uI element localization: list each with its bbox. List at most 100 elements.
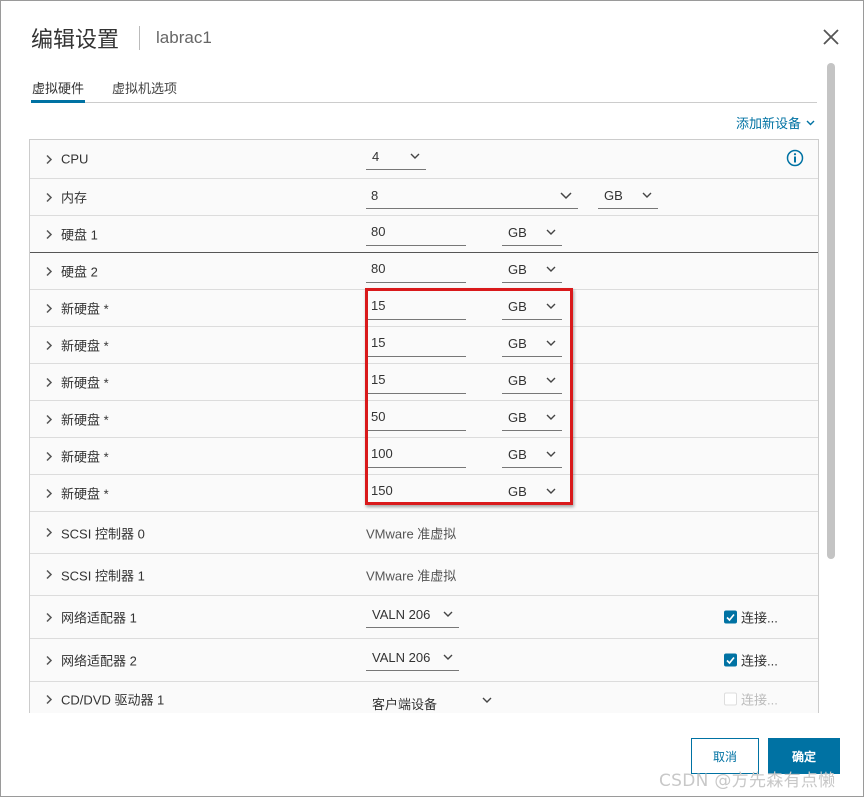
- new-disk-size-input[interactable]: 15: [366, 335, 466, 357]
- row-disk1-label: 硬盘 1: [61, 227, 98, 243]
- chevron-right-icon: [46, 655, 53, 665]
- row-new-disk-label: 新硬盘 *: [61, 301, 109, 317]
- row-scsi0-expander[interactable]: SCSI 控制器 0: [44, 523, 145, 542]
- row-disk2-expander[interactable]: 硬盘 2: [44, 262, 98, 281]
- new-disk-size-input[interactable]: 15: [366, 298, 466, 320]
- row-disk2-label: 硬盘 2: [61, 264, 98, 280]
- row-new-disk-expander[interactable]: 新硬盘 *: [44, 410, 109, 429]
- row-new-disk-expander[interactable]: 新硬盘 *: [44, 447, 109, 466]
- chevron-right-icon: [46, 377, 53, 387]
- dialog-title: 编辑设置: [31, 28, 120, 53]
- chevron-down-icon: [560, 192, 572, 200]
- checkbox-empty-icon: [724, 692, 737, 706]
- chevron-right-icon: [46, 488, 53, 498]
- chevron-right-icon: [46, 694, 53, 704]
- net1-network-select[interactable]: VALN 206: [366, 606, 459, 628]
- chevron-down-icon: [482, 697, 492, 703]
- chevron-down-icon: [806, 120, 815, 125]
- new-disk-unit-select[interactable]: GB: [502, 372, 562, 394]
- new-disk-size-input[interactable]: 100: [366, 446, 466, 468]
- chevron-down-icon: [546, 266, 556, 272]
- new-disk-unit-select[interactable]: GB: [502, 409, 562, 431]
- memory-unit-select[interactable]: GB: [598, 187, 658, 209]
- title-divider: [139, 26, 141, 50]
- add-new-device-label: 添加新设备: [735, 116, 801, 131]
- chevron-down-icon: [546, 377, 556, 383]
- row-cdrom-label: CD/DVD 驱动器 1: [61, 692, 165, 708]
- row-new-disk-label: 新硬盘 *: [61, 412, 109, 428]
- row-disk2: 硬盘 2 80 GB: [30, 253, 818, 290]
- new-disk-unit-select[interactable]: GB: [502, 298, 562, 320]
- row-new-disk-expander[interactable]: 新硬盘 *: [44, 336, 109, 355]
- row-new-disk: 新硬盘 * 15 GB: [30, 327, 818, 364]
- disk2-unit-select[interactable]: GB: [502, 261, 562, 283]
- chevron-right-icon: [46, 340, 53, 350]
- row-new-disk-label: 新硬盘 *: [61, 338, 109, 354]
- row-scsi1-expander[interactable]: SCSI 控制器 1: [44, 565, 145, 584]
- scrollbar-thumb[interactable]: [827, 63, 835, 559]
- row-net1: 网络适配器 1 VALN 206 连接...: [30, 596, 818, 639]
- row-new-disk: 新硬盘 * 50 GB: [30, 401, 818, 438]
- vertical-scrollbar[interactable]: [822, 63, 838, 713]
- disk2-size-input[interactable]: 80: [366, 261, 466, 283]
- chevron-right-icon: [46, 612, 53, 622]
- row-new-disk: 新硬盘 * 15 GB: [30, 290, 818, 327]
- row-scsi1: SCSI 控制器 1 VMware 准虚拟: [30, 554, 818, 596]
- row-scsi0-label: SCSI 控制器 0: [61, 526, 145, 541]
- row-new-disk: 新硬盘 * 150 GB: [30, 475, 818, 512]
- chevron-down-icon: [410, 153, 420, 159]
- vm-name: labrac1: [156, 28, 212, 47]
- new-disk-size-input[interactable]: 15: [366, 372, 466, 394]
- row-cdrom-expander[interactable]: CD/DVD 驱动器 1: [44, 690, 164, 709]
- chevron-down-icon: [546, 488, 556, 494]
- row-new-disk-expander[interactable]: 新硬盘 *: [44, 484, 109, 503]
- row-net2-label: 网络适配器 2: [61, 653, 137, 669]
- info-icon[interactable]: [786, 149, 804, 167]
- chevron-down-icon: [546, 229, 556, 235]
- chevron-right-icon: [46, 414, 53, 424]
- cpu-count-select[interactable]: 4: [366, 148, 426, 170]
- new-disk-unit-select[interactable]: GB: [502, 483, 562, 505]
- cdrom-device-select[interactable]: 客户端设备: [366, 692, 498, 713]
- new-disk-unit-select[interactable]: GB: [502, 446, 562, 468]
- new-disk-size-input[interactable]: 150: [366, 483, 466, 505]
- disk1-unit-select[interactable]: GB: [502, 224, 562, 246]
- cdrom-connect-checkbox[interactable]: 连接...: [724, 690, 778, 709]
- row-new-disk-expander[interactable]: 新硬盘 *: [44, 373, 109, 392]
- chevron-right-icon: [46, 192, 53, 202]
- row-scsi1-label: SCSI 控制器 1: [61, 568, 145, 583]
- row-net2-expander[interactable]: 网络适配器 2: [44, 651, 137, 670]
- row-net1-expander[interactable]: 网络适配器 1: [44, 608, 137, 627]
- row-cdrom: CD/DVD 驱动器 1 客户端设备 连接...: [30, 682, 818, 713]
- chevron-right-icon: [46, 229, 53, 239]
- tab-vm-options[interactable]: 虚拟机选项: [111, 75, 178, 103]
- row-new-disk: 新硬盘 * 100 GB: [30, 438, 818, 475]
- disk1-size-input[interactable]: 80: [366, 224, 466, 246]
- scsi0-type: VMware 准虚拟: [366, 526, 457, 541]
- row-new-disk-expander[interactable]: 新硬盘 *: [44, 299, 109, 318]
- new-disk-size-input[interactable]: 50: [366, 409, 466, 431]
- chevron-down-icon: [443, 654, 453, 660]
- chevron-right-icon: [46, 303, 53, 313]
- row-new-disk: 新硬盘 * 15 GB: [30, 364, 818, 401]
- row-cpu: CPU 4: [30, 140, 818, 179]
- row-new-disk-label: 新硬盘 *: [61, 486, 109, 502]
- hardware-list: CPU 4 内存 8 GB 硬盘 1 80 GB 硬盘 2 80 GB 新硬盘 …: [29, 139, 819, 713]
- new-disk-unit-select[interactable]: GB: [502, 335, 562, 357]
- row-cpu-expander[interactable]: CPU: [44, 152, 88, 167]
- net2-connect-checkbox[interactable]: 连接...: [724, 651, 778, 670]
- cdrom-connect-label: 连接...: [741, 692, 778, 708]
- chevron-down-icon: [546, 414, 556, 420]
- add-new-device-button[interactable]: 添加新设备: [736, 113, 815, 132]
- chevron-right-icon: [46, 569, 53, 580]
- chevron-down-icon: [546, 340, 556, 346]
- row-memory-expander[interactable]: 内存: [44, 188, 87, 207]
- close-icon[interactable]: [821, 27, 841, 47]
- net2-network-select[interactable]: VALN 206: [366, 649, 459, 671]
- net2-connect-label: 连接...: [741, 653, 778, 669]
- memory-size-input[interactable]: 8: [366, 187, 578, 209]
- net1-connect-checkbox[interactable]: 连接...: [724, 608, 778, 627]
- row-net2: 网络适配器 2 VALN 206 连接...: [30, 639, 818, 682]
- row-disk1-expander[interactable]: 硬盘 1: [44, 225, 98, 244]
- tab-virtual-hardware[interactable]: 虚拟硬件: [31, 75, 86, 103]
